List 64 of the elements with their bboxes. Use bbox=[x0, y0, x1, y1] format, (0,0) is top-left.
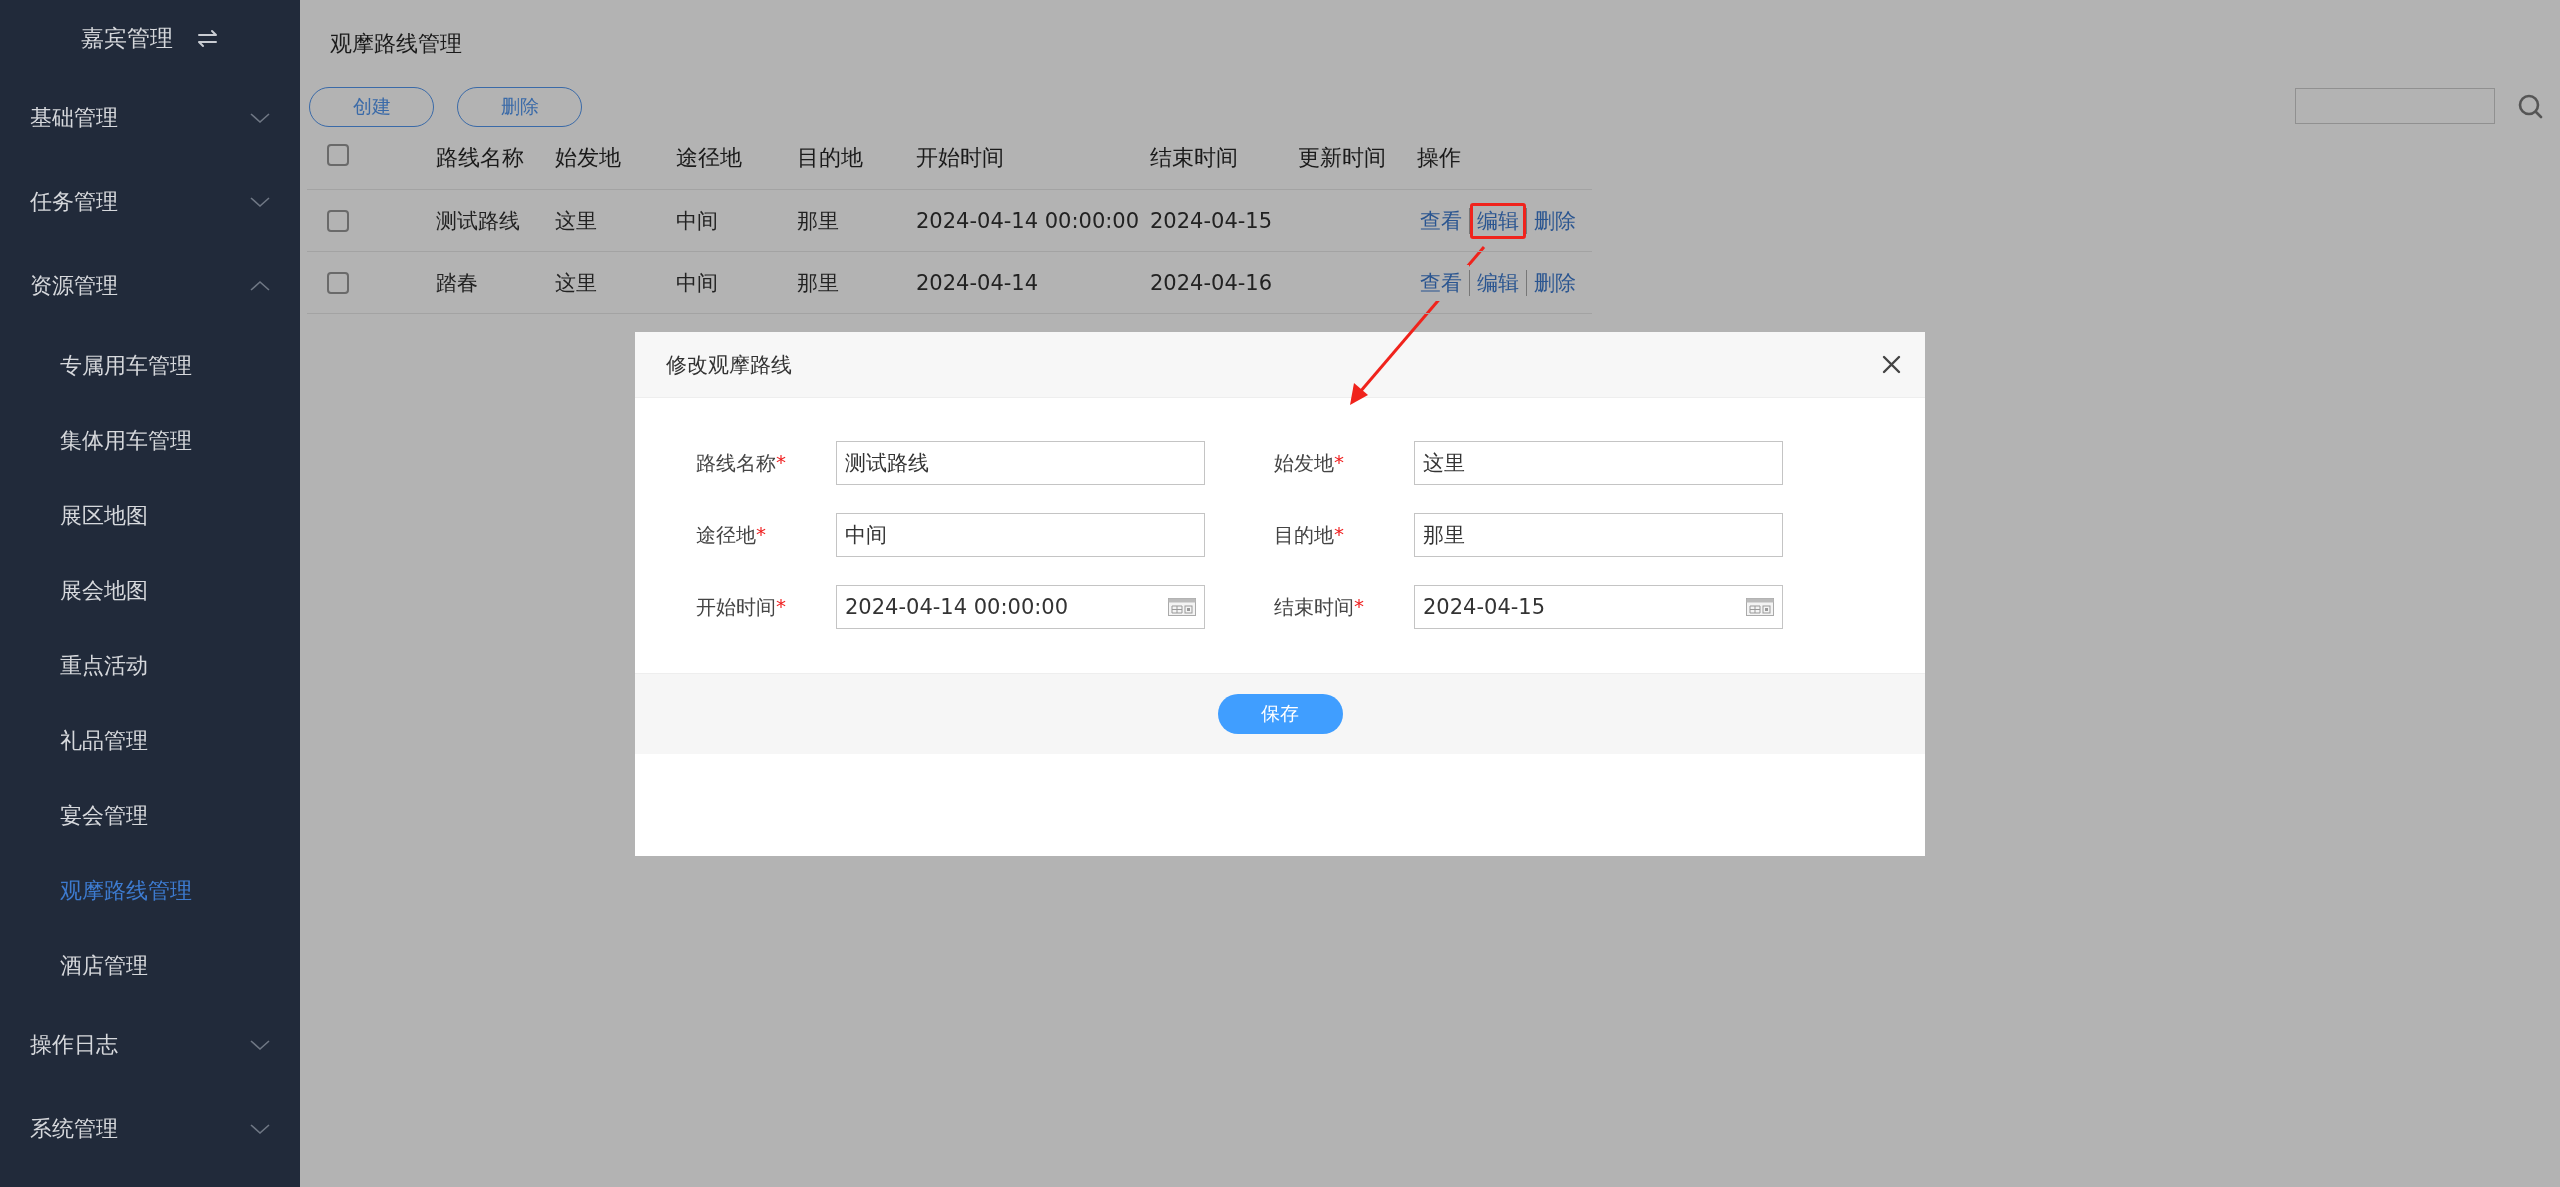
table-cell-text: 那里 bbox=[797, 207, 840, 235]
input-field[interactable]: 这里 bbox=[1414, 441, 1783, 485]
menu-group[interactable]: 资源管理 bbox=[0, 244, 300, 328]
calendar-icon[interactable] bbox=[1168, 598, 1196, 616]
dialog-title: 修改观摩路线 bbox=[666, 351, 792, 379]
column-header: 更新时间 bbox=[1298, 144, 1387, 172]
close-icon[interactable] bbox=[1882, 355, 1901, 374]
select-all-checkbox[interactable] bbox=[327, 144, 349, 166]
required-mark: * bbox=[1334, 521, 1344, 548]
field-label: 途径地 bbox=[696, 521, 756, 549]
table-cell-text: 踏春 bbox=[436, 269, 479, 297]
calendar-icon[interactable] bbox=[1746, 598, 1774, 616]
table-cell-text: 那里 bbox=[797, 269, 840, 297]
required-mark: * bbox=[1354, 593, 1364, 620]
input-field[interactable]: 中间 bbox=[836, 513, 1205, 557]
column-header: 途径地 bbox=[676, 144, 743, 172]
menu-item[interactable]: 宴会管理 bbox=[0, 778, 300, 853]
date-field[interactable]: 2024-04-14 00:00:00 bbox=[836, 585, 1205, 629]
page-title: 观摩路线管理 bbox=[329, 29, 463, 58]
table-cell-text: 2024-04-15 bbox=[1150, 208, 1274, 233]
column-header: 结束时间 bbox=[1150, 144, 1239, 172]
table-cell-text: 这里 bbox=[555, 269, 598, 297]
table-cell-text: 这里 bbox=[555, 207, 598, 235]
column-header: 路线名称 bbox=[436, 144, 525, 172]
menu-item[interactable]: 酒店管理 bbox=[0, 928, 300, 1003]
row-checkbox[interactable] bbox=[327, 209, 349, 232]
table-cell-text: 测试路线 bbox=[436, 207, 521, 235]
required-mark: * bbox=[776, 593, 786, 620]
action-link[interactable]: 编辑 bbox=[1470, 202, 1526, 239]
field-label: 目的地 bbox=[1274, 521, 1334, 549]
menu-item[interactable]: 专属用车管理 bbox=[0, 328, 300, 403]
table-cell-text: 2024-04-14 bbox=[916, 270, 1040, 295]
column-header: 始发地 bbox=[555, 144, 622, 172]
menu-item[interactable]: 展区地图 bbox=[0, 478, 300, 553]
column-header: 操作 bbox=[1417, 144, 1462, 172]
field-label: 路线名称 bbox=[696, 449, 776, 477]
required-mark: * bbox=[1334, 449, 1344, 476]
column-header: 开始时间 bbox=[916, 144, 1005, 172]
app-title: 嘉宾管理 bbox=[80, 23, 173, 53]
menu-group[interactable]: 基础管理 bbox=[0, 76, 300, 160]
input-field[interactable]: 那里 bbox=[1414, 513, 1783, 557]
menu-group[interactable]: 系统管理 bbox=[0, 1087, 300, 1171]
menu-item[interactable]: 展会地图 bbox=[0, 553, 300, 628]
column-header: 目的地 bbox=[797, 144, 864, 172]
search-icon[interactable] bbox=[2517, 92, 2544, 120]
menu-item[interactable]: 礼品管理 bbox=[0, 703, 300, 778]
date-field[interactable]: 2024-04-15 bbox=[1414, 585, 1783, 629]
table-cell-text: 中间 bbox=[676, 269, 719, 297]
required-mark: * bbox=[756, 521, 766, 548]
field-label: 开始时间 bbox=[696, 593, 776, 621]
action-link[interactable]: 查看 bbox=[1417, 264, 1469, 301]
input-field[interactable]: 测试路线 bbox=[836, 441, 1205, 485]
row-checkbox[interactable] bbox=[327, 271, 349, 294]
menu-item[interactable]: 重点活动 bbox=[0, 628, 300, 703]
menu-group[interactable]: 操作日志 bbox=[0, 1003, 300, 1087]
menu-item[interactable]: 集体用车管理 bbox=[0, 403, 300, 478]
field-label: 结束时间 bbox=[1274, 593, 1354, 621]
required-mark: * bbox=[776, 449, 786, 476]
table-cell-text: 2024-04-16 bbox=[1150, 270, 1274, 295]
menu-group[interactable]: 任务管理 bbox=[0, 160, 300, 244]
field-label: 始发地 bbox=[1274, 449, 1334, 477]
table-cell-text: 2024-04-14 00:00:00 bbox=[916, 208, 1141, 233]
search-field[interactable] bbox=[2295, 88, 2495, 124]
table-cell-text: 中间 bbox=[676, 207, 719, 235]
